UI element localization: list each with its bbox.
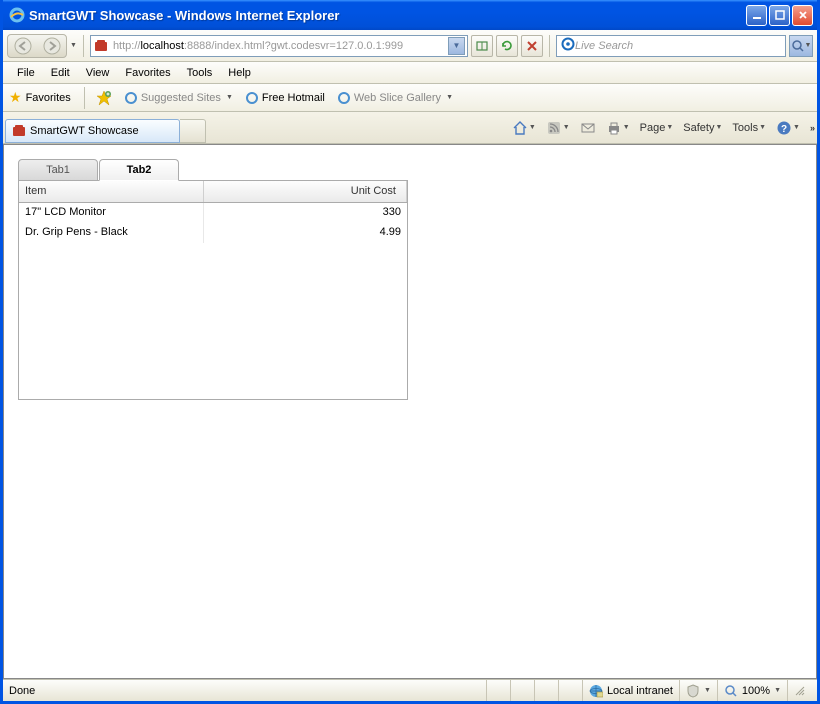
cell-item: Dr. Grip Pens - Black — [19, 223, 204, 243]
search-placeholder: Live Search — [575, 40, 781, 52]
bing-icon — [561, 37, 575, 54]
help-button[interactable]: ? ▼ — [772, 118, 804, 138]
chevron-down-icon: ▼ — [446, 94, 453, 101]
favorites-star-icon: ★ — [9, 89, 22, 106]
tab-panel: Item Unit Cost 17" LCD Monitor 330 Dr. G… — [18, 180, 408, 400]
chevron-down-icon: ▼ — [563, 124, 570, 131]
page-menu[interactable]: Page▼ — [636, 120, 678, 136]
zoom-value: 100% — [742, 685, 770, 697]
tab-label: Tab2 — [127, 164, 152, 176]
grid-row[interactable]: 17" LCD Monitor 330 — [19, 203, 407, 223]
menu-bar: File Edit View Favorites Tools Help — [3, 62, 817, 84]
status-segment — [486, 680, 510, 701]
chevron-down-icon: ▼ — [529, 124, 536, 131]
window-title: SmartGWT Showcase - Windows Internet Exp… — [29, 8, 746, 23]
browser-tab[interactable]: SmartGWT Showcase — [5, 119, 180, 143]
menu-help[interactable]: Help — [220, 65, 259, 81]
menu-edit[interactable]: Edit — [43, 65, 78, 81]
divider — [549, 35, 550, 57]
nav-toolbar: ▼ http://localhost:8888/index.html?gwt.c… — [3, 30, 817, 62]
svg-text:?: ? — [781, 124, 787, 135]
chevron-down-icon: ▼ — [715, 124, 722, 131]
tab-1[interactable]: Tab1 — [18, 159, 98, 181]
data-grid: Item Unit Cost 17" LCD Monitor 330 Dr. G… — [19, 181, 407, 243]
favorites-bar: ★ Favorites Suggested Sites ▼ Free Hotma… — [3, 84, 817, 112]
shield-icon — [686, 684, 700, 698]
minimize-button[interactable] — [746, 5, 767, 26]
feeds-button[interactable]: ▼ — [542, 118, 574, 138]
cell-unit-cost: 4.99 — [204, 223, 407, 243]
grid-body: 17" LCD Monitor 330 Dr. Grip Pens - Blac… — [19, 203, 407, 243]
free-hotmail-link[interactable]: Free Hotmail — [241, 89, 329, 107]
chevron-down-icon: ▼ — [793, 124, 800, 131]
grid-header-row: Item Unit Cost — [19, 181, 407, 203]
web-slice-gallery-link[interactable]: Web Slice Gallery ▼ — [333, 89, 457, 107]
ie-icon — [9, 7, 25, 23]
tab-2[interactable]: Tab2 — [99, 159, 179, 181]
protected-mode-button[interactable]: ▼ — [679, 680, 717, 701]
tab-label: Tab1 — [46, 164, 70, 176]
menu-tools[interactable]: Tools — [179, 65, 221, 81]
url-text: http://localhost:8888/index.html?gwt.cod… — [113, 40, 448, 52]
status-segment — [558, 680, 582, 701]
resize-grip[interactable] — [787, 680, 811, 701]
menu-file[interactable]: File — [9, 65, 43, 81]
titlebar: SmartGWT Showcase - Windows Internet Exp… — [3, 0, 817, 30]
add-favorite-button[interactable] — [92, 88, 116, 108]
menu-view[interactable]: View — [78, 65, 118, 81]
grid-row[interactable]: Dr. Grip Pens - Black 4.99 — [19, 223, 407, 243]
divider — [83, 35, 84, 57]
column-header-item[interactable]: Item — [19, 181, 204, 202]
chevron-down-icon: ▼ — [623, 124, 630, 131]
tab-favicon — [12, 124, 26, 138]
favorites-label[interactable]: Favorites — [26, 92, 77, 104]
chevron-down-icon: ▼ — [774, 687, 781, 694]
chevron-down-icon: ▼ — [759, 124, 766, 131]
page-content: Tab1 Tab2 Item Unit Cost 17" LCD Monitor… — [3, 144, 817, 679]
search-box[interactable]: Live Search — [556, 35, 786, 57]
site-favicon — [93, 38, 109, 54]
close-button[interactable] — [792, 5, 813, 26]
address-bar[interactable]: http://localhost:8888/index.html?gwt.cod… — [90, 35, 468, 57]
status-text: Done — [9, 685, 486, 697]
status-bar: Done Local intranet ▼ 100% ▼ — [3, 679, 817, 701]
compat-view-button[interactable] — [471, 35, 493, 57]
chevron-down-icon: ▼ — [704, 687, 711, 694]
new-tab-button[interactable] — [180, 119, 206, 143]
search-button[interactable]: ▼ — [789, 35, 813, 57]
tools-menu[interactable]: Tools▼ — [728, 120, 770, 136]
divider — [84, 87, 85, 109]
browser-tab-bar: SmartGWT Showcase ▼ ▼ ▼ Page▼ S — [3, 112, 817, 144]
address-dropdown-button[interactable]: ▼ — [448, 37, 465, 55]
status-segment — [510, 680, 534, 701]
column-header-unit-cost[interactable]: Unit Cost — [204, 181, 407, 202]
print-button[interactable]: ▼ — [602, 118, 634, 138]
chevron-down-icon: ▼ — [226, 94, 233, 101]
zoom-control[interactable]: 100% ▼ — [717, 680, 787, 701]
zone-label: Local intranet — [607, 685, 673, 697]
security-zone[interactable]: Local intranet — [582, 680, 679, 701]
chevron-down-icon: ▼ — [666, 124, 673, 131]
overflow-button[interactable]: » — [810, 123, 813, 133]
cell-item: 17" LCD Monitor — [19, 203, 204, 223]
forward-button[interactable] — [37, 35, 66, 57]
browser-tab-title: SmartGWT Showcase — [30, 125, 139, 137]
stop-button[interactable] — [521, 35, 543, 57]
cell-unit-cost: 330 — [204, 203, 407, 223]
home-button[interactable]: ▼ — [508, 118, 540, 138]
status-segment — [534, 680, 558, 701]
tabset: Tab1 Tab2 — [18, 159, 802, 181]
menu-favorites[interactable]: Favorites — [117, 65, 178, 81]
zoom-icon — [724, 684, 738, 698]
maximize-button[interactable] — [769, 5, 790, 26]
intranet-icon — [589, 684, 603, 698]
nav-history-dropdown-icon[interactable]: ▼ — [70, 42, 77, 49]
refresh-button[interactable] — [496, 35, 518, 57]
back-button[interactable] — [8, 35, 37, 57]
suggested-sites-link[interactable]: Suggested Sites ▼ — [120, 89, 237, 107]
read-mail-button[interactable] — [576, 119, 600, 137]
safety-menu[interactable]: Safety▼ — [679, 120, 726, 136]
